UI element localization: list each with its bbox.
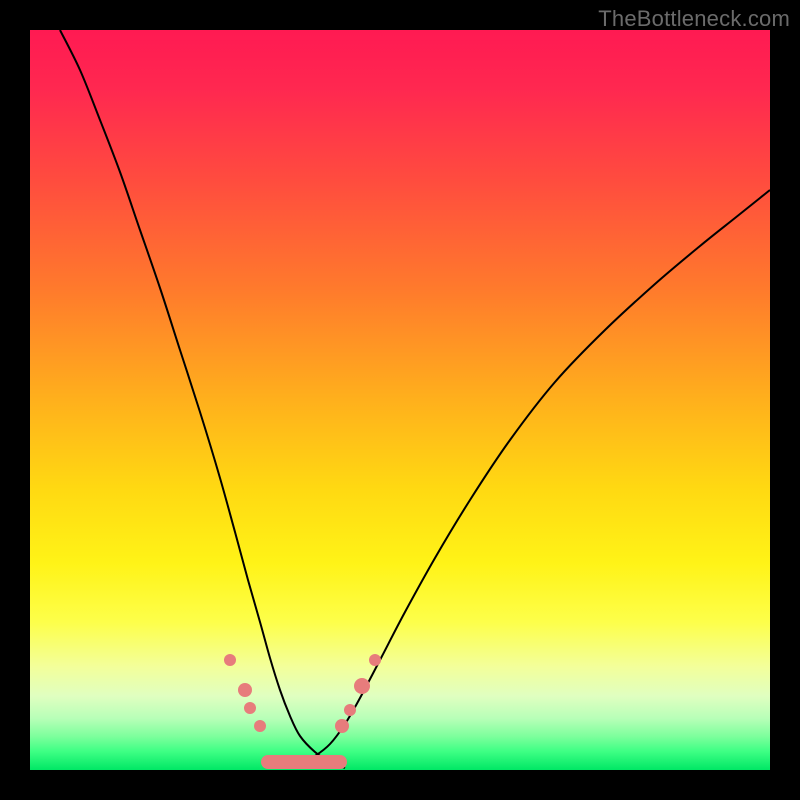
curves-layer — [30, 30, 770, 770]
data-marker-6 — [354, 678, 370, 694]
curve-left-curve — [60, 30, 345, 768]
data-marker-1 — [238, 683, 252, 697]
plot-frame — [30, 30, 770, 770]
data-marker-2 — [244, 702, 256, 714]
data-marker-0 — [224, 654, 236, 666]
data-marker-4 — [335, 719, 349, 733]
watermark-text: TheBottleneck.com — [598, 6, 790, 32]
data-marker-5 — [344, 704, 356, 716]
data-marker-3 — [254, 720, 266, 732]
data-marker-7 — [369, 654, 381, 666]
